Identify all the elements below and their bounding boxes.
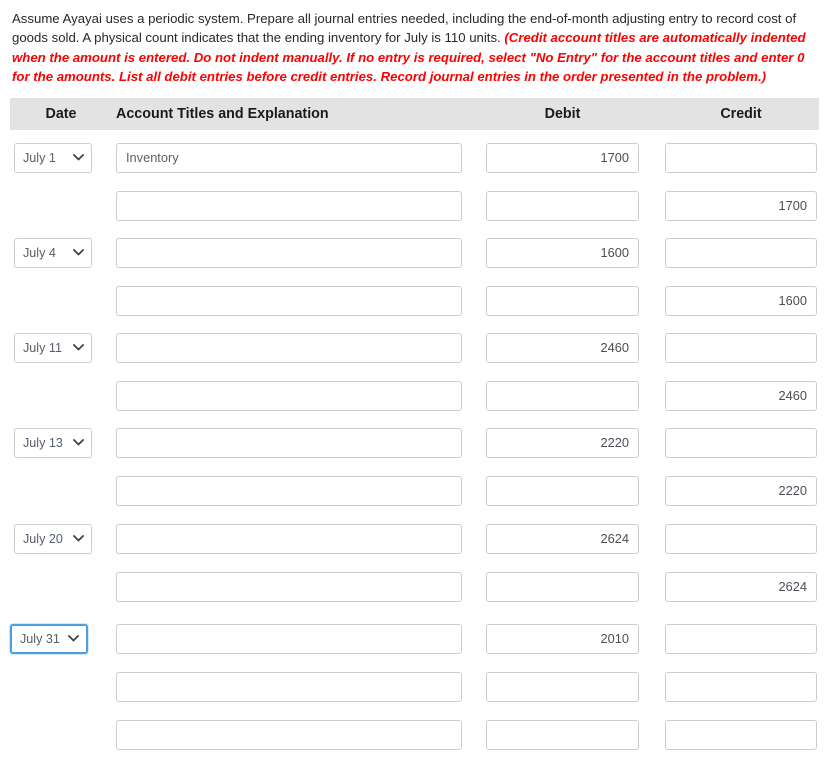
- credit-amount-input-row-10[interactable]: [665, 623, 817, 654]
- debit-amount-input-row-7[interactable]: [486, 475, 639, 506]
- date-select-row-6[interactable]: July 13: [14, 427, 92, 458]
- credit-amount-input-row-11[interactable]: [665, 671, 817, 702]
- account-title-input-row-4[interactable]: [116, 332, 462, 363]
- credit-amount-input-row-1[interactable]: 1700: [665, 190, 817, 221]
- date-select-value: July 20: [23, 531, 63, 546]
- chevron-down-icon: [73, 429, 84, 457]
- table-row: July 31 2010: [0, 623, 829, 658]
- date-select-row-0[interactable]: July 1: [14, 142, 92, 173]
- account-title-input-row-0[interactable]: Inventory: [116, 142, 462, 173]
- debit-amount-value: 2460: [600, 339, 629, 355]
- table-row: July 20 2624: [0, 523, 829, 558]
- table-row: 2624: [0, 571, 829, 606]
- table-row: July 1 Inventory 1700: [0, 142, 829, 177]
- debit-amount-input-row-1[interactable]: [486, 190, 639, 221]
- table-row: July 13 2220: [0, 427, 829, 462]
- chevron-down-icon: [68, 626, 79, 652]
- credit-amount-value: 1600: [778, 292, 807, 308]
- table-row: 2220: [0, 475, 829, 510]
- account-title-input-row-3[interactable]: [116, 285, 462, 316]
- credit-amount-input-row-0[interactable]: [665, 142, 817, 173]
- credit-amount-input-row-12[interactable]: [665, 719, 817, 750]
- credit-amount-input-row-4[interactable]: [665, 332, 817, 363]
- debit-amount-value: 1600: [600, 244, 629, 260]
- debit-amount-input-row-5[interactable]: [486, 380, 639, 411]
- credit-amount-input-row-3[interactable]: 1600: [665, 285, 817, 316]
- debit-amount-input-row-10[interactable]: 2010: [486, 623, 639, 654]
- date-select-row-10[interactable]: July 31: [10, 623, 88, 654]
- account-title-input-row-8[interactable]: [116, 523, 462, 554]
- account-title-input-row-7[interactable]: [116, 475, 462, 506]
- date-select-value: July 4: [23, 245, 56, 260]
- debit-amount-input-row-9[interactable]: [486, 571, 639, 602]
- debit-amount-value: 2010: [600, 630, 629, 646]
- debit-amount-value: 2624: [600, 530, 629, 546]
- chevron-down-icon: [73, 525, 84, 553]
- table-header-row: Date Account Titles and Explanation Debi…: [10, 97, 819, 130]
- table-row: July 11 2460: [0, 332, 829, 367]
- account-title-input-row-2[interactable]: [116, 237, 462, 268]
- table-row: July 4 1600: [0, 237, 829, 272]
- date-select-value: July 11: [23, 340, 62, 355]
- date-select-value: July 31: [20, 631, 60, 646]
- account-title-input-row-5[interactable]: [116, 380, 462, 411]
- debit-amount-input-row-2[interactable]: 1600: [486, 237, 639, 268]
- credit-amount-input-row-5[interactable]: 2460: [665, 380, 817, 411]
- debit-amount-input-row-11[interactable]: [486, 671, 639, 702]
- account-title-value: Inventory: [126, 149, 179, 165]
- journal-entry-table: Date Account Titles and Explanation Debi…: [0, 97, 829, 755]
- date-select-value: July 13: [23, 435, 63, 450]
- table-row: [0, 671, 829, 706]
- debit-amount-input-row-8[interactable]: 2624: [486, 523, 639, 554]
- account-title-input-row-1[interactable]: [116, 190, 462, 221]
- chevron-down-icon: [73, 239, 84, 267]
- account-title-input-row-11[interactable]: [116, 671, 462, 702]
- chevron-down-icon: [73, 334, 84, 362]
- column-header-account-titles: Account Titles and Explanation: [116, 105, 329, 122]
- debit-amount-value: 1700: [600, 149, 629, 165]
- credit-amount-value: 2220: [778, 482, 807, 498]
- credit-amount-input-row-2[interactable]: [665, 237, 817, 268]
- chevron-down-icon: [73, 144, 84, 172]
- date-select-row-4[interactable]: July 11: [14, 332, 92, 363]
- credit-amount-value: 2460: [778, 387, 807, 403]
- debit-amount-input-row-3[interactable]: [486, 285, 639, 316]
- credit-amount-input-row-8[interactable]: [665, 523, 817, 554]
- credit-amount-input-row-7[interactable]: 2220: [665, 475, 817, 506]
- account-title-input-row-12[interactable]: [116, 719, 462, 750]
- debit-amount-input-row-4[interactable]: 2460: [486, 332, 639, 363]
- account-title-input-row-10[interactable]: [116, 623, 462, 654]
- instructions-block: Assume Ayayai uses a periodic system. Pr…: [0, 0, 829, 87]
- column-header-debit: Debit: [544, 105, 581, 122]
- table-row: 1600: [0, 285, 829, 320]
- credit-amount-input-row-9[interactable]: 2624: [665, 571, 817, 602]
- debit-amount-value: 2220: [600, 434, 629, 450]
- date-select-row-8[interactable]: July 20: [14, 523, 92, 554]
- credit-amount-value: 2624: [778, 578, 807, 594]
- journal-rows-container: July 1 Inventory 1700 1700 July 4 1600 1600 Jul…: [0, 130, 829, 755]
- date-select-row-2[interactable]: July 4: [14, 237, 92, 268]
- table-row: 2460: [0, 380, 829, 415]
- debit-amount-input-row-12[interactable]: [486, 719, 639, 750]
- debit-amount-input-row-6[interactable]: 2220: [486, 427, 639, 458]
- table-row: 1700: [0, 190, 829, 225]
- account-title-input-row-9[interactable]: [116, 571, 462, 602]
- credit-amount-value: 1700: [778, 197, 807, 213]
- column-header-date: Date: [45, 105, 77, 122]
- date-select-value: July 1: [23, 150, 56, 165]
- credit-amount-input-row-6[interactable]: [665, 427, 817, 458]
- table-row: [0, 719, 829, 754]
- debit-amount-input-row-0[interactable]: 1700: [486, 142, 639, 173]
- account-title-input-row-6[interactable]: [116, 427, 462, 458]
- column-header-credit: Credit: [720, 105, 762, 122]
